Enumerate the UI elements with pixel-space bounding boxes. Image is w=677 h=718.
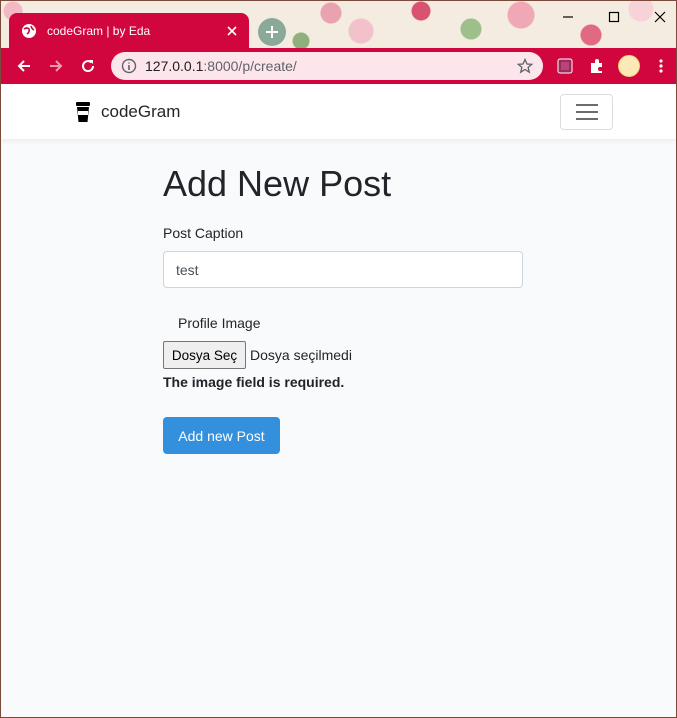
plus-icon	[266, 26, 278, 38]
brand-name: codeGram	[101, 102, 181, 121]
more-vertical-icon	[659, 59, 663, 73]
image-label: Profile Image	[178, 315, 261, 331]
page-viewport: codeGram Add New Post Post Caption test …	[1, 84, 676, 717]
add-post-button[interactable]: Add new Post	[163, 417, 280, 454]
browser-menu-button[interactable]	[651, 56, 671, 76]
page-title: Add New Post	[163, 163, 392, 204]
reload-icon	[82, 60, 95, 73]
reload-button[interactable]	[76, 54, 100, 78]
address-bar[interactable]: 127.0.0.1:8000/p/create/	[111, 52, 543, 80]
caption-input[interactable]: test	[163, 251, 523, 288]
extension-app-icon	[557, 58, 573, 74]
file-status-text: Dosya seçilmedi	[250, 347, 352, 363]
browser-tab[interactable]: codeGram | by Eda	[9, 13, 249, 48]
browser-window: codeGram | by Eda 127.0.0.1:8000/p/creat…	[0, 0, 677, 718]
maximize-icon	[608, 11, 620, 23]
image-error-message: The image field is required.	[163, 374, 345, 390]
new-tab-button[interactable]	[258, 18, 286, 46]
tab-title: codeGram | by Eda	[47, 23, 151, 38]
maximize-button[interactable]	[604, 7, 624, 27]
profile-avatar[interactable]	[618, 55, 640, 77]
arrow-right-icon	[50, 60, 63, 72]
globe-icon	[22, 23, 36, 38]
title-bar: codeGram | by Eda	[1, 1, 676, 48]
back-button[interactable]	[12, 54, 36, 78]
minimize-button[interactable]	[558, 7, 578, 27]
caption-label: Post Caption	[163, 225, 244, 241]
star-icon[interactable]	[517, 58, 533, 74]
brand-link[interactable]: codeGram	[75, 101, 180, 123]
extension-button[interactable]	[555, 56, 575, 76]
coffee-cup-icon	[76, 102, 90, 122]
choose-file-button[interactable]: Dosya Seç	[163, 341, 246, 369]
puzzle-icon	[591, 59, 602, 73]
site-navbar: codeGram	[1, 84, 676, 139]
url-text: 127.0.0.1:8000/p/create/	[145, 58, 297, 74]
close-window-button[interactable]	[650, 7, 670, 27]
image-file-input: Dosya Seç Dosya seçilmedi	[163, 341, 352, 369]
url-host: 127.0.0.1	[145, 58, 204, 74]
close-tab-icon[interactable]	[225, 24, 239, 38]
forward-button[interactable]	[44, 54, 68, 78]
arrow-left-icon	[17, 60, 30, 72]
navbar-toggler-button[interactable]	[560, 94, 613, 130]
url-path: :8000/p/create/	[203, 58, 297, 74]
close-icon	[654, 11, 666, 23]
extensions-menu-button[interactable]	[587, 56, 607, 76]
browser-toolbar: 127.0.0.1:8000/p/create/	[1, 48, 676, 84]
hamburger-menu-icon	[575, 104, 598, 120]
minimize-icon	[563, 16, 573, 18]
info-icon[interactable]	[121, 58, 137, 74]
